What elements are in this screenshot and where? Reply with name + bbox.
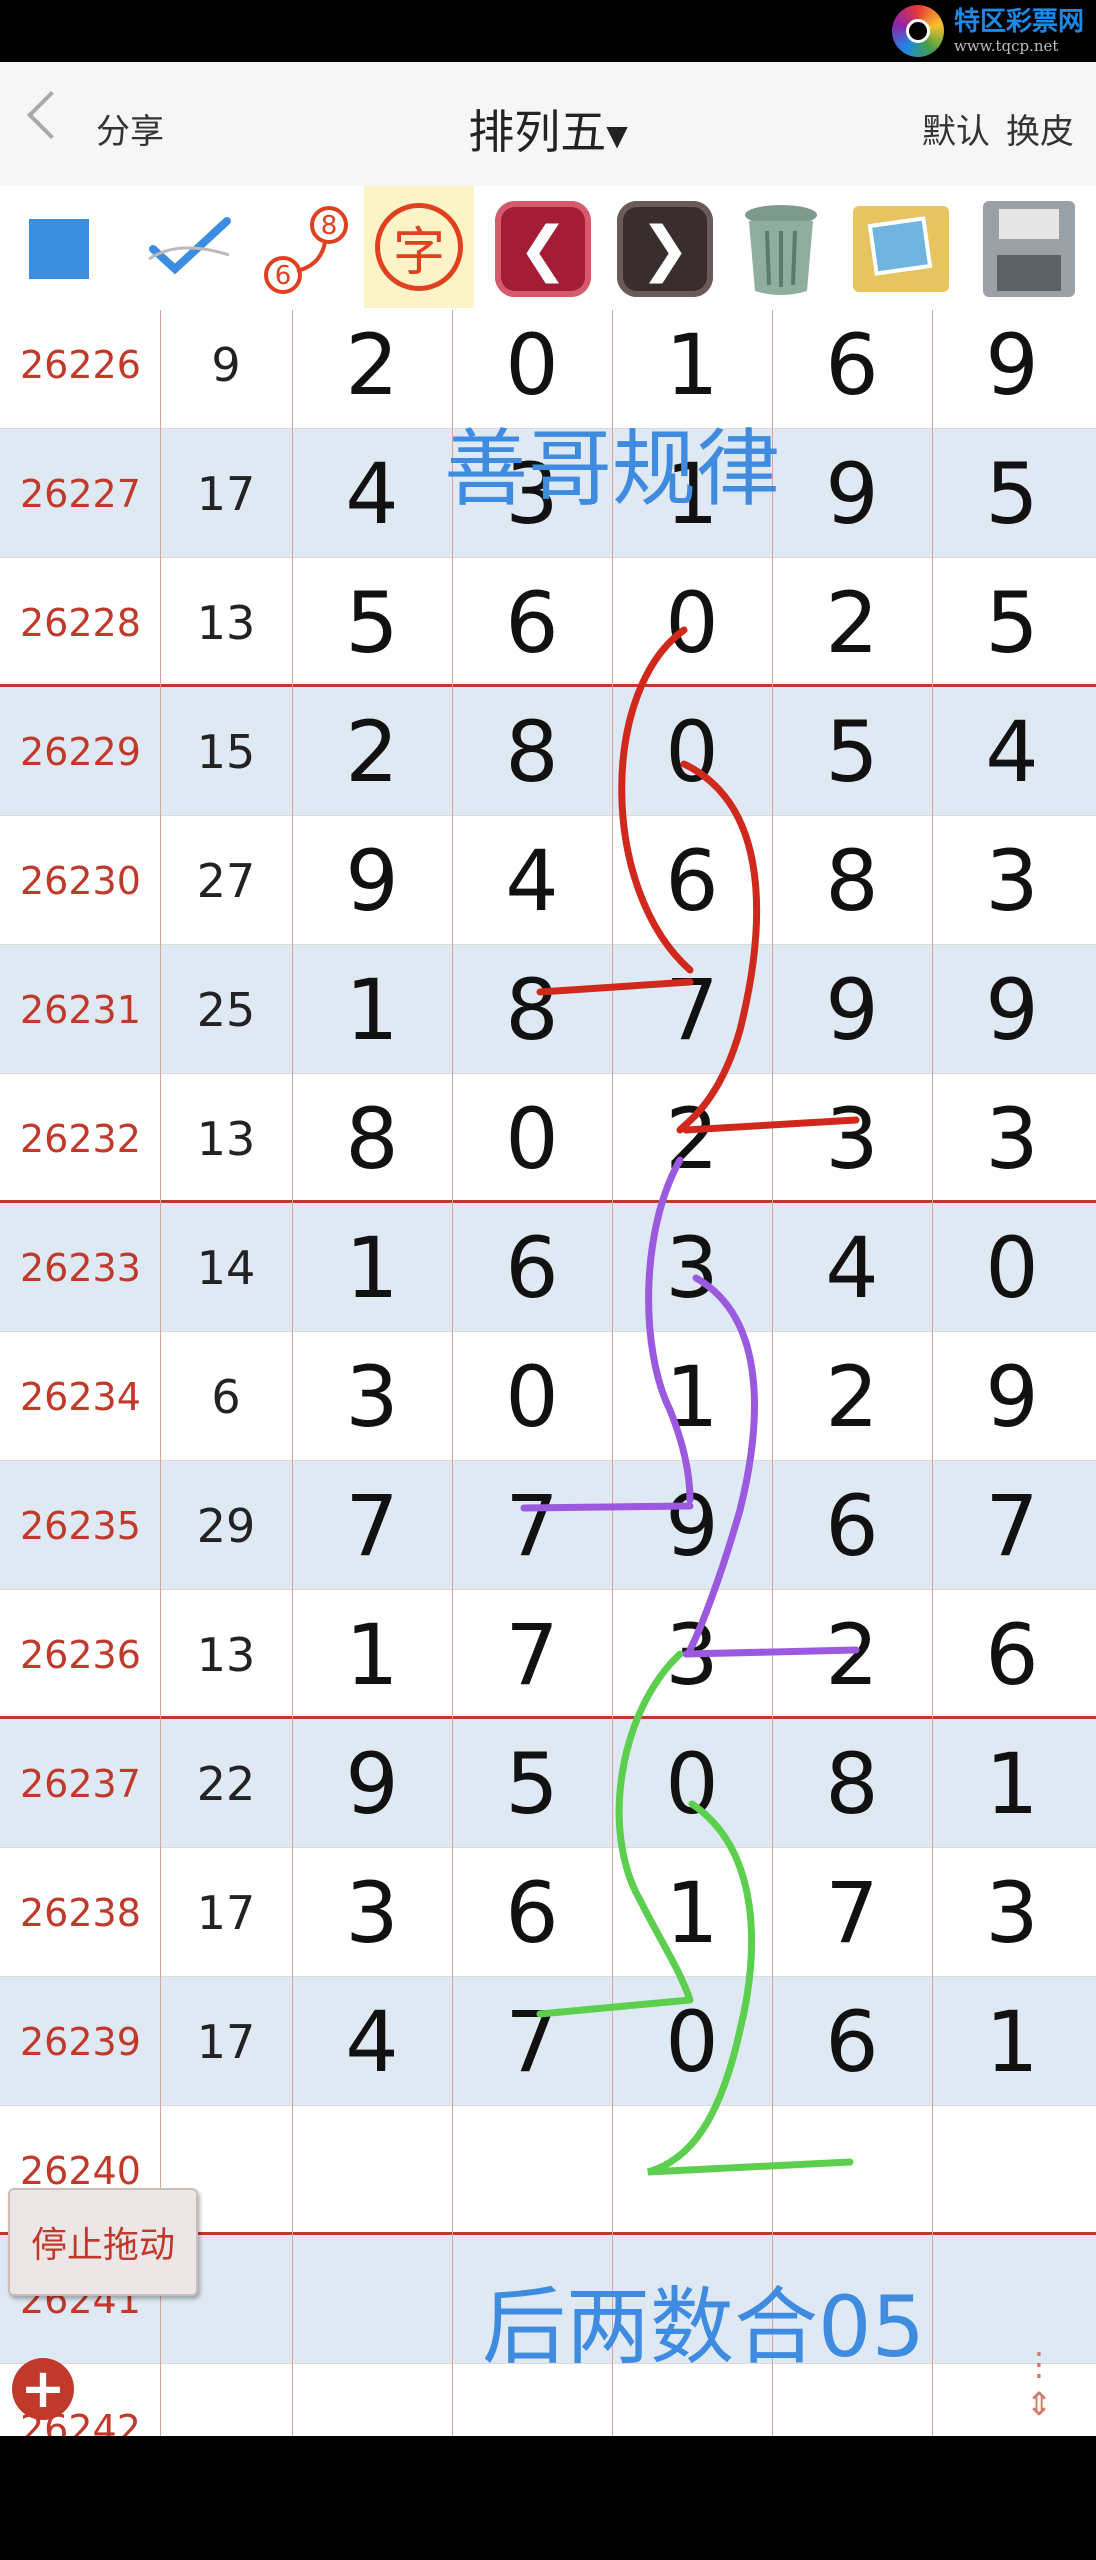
- vertical-scroll-toggle-icon[interactable]: ⋮ ⇕: [1014, 2344, 1064, 2424]
- drawing-toolbar: 8 6 字 ❮ ❯: [0, 186, 1096, 310]
- default-button[interactable]: 默认: [922, 104, 990, 153]
- brand-logo-icon: [891, 5, 944, 57]
- annotation-title: 善哥规律: [444, 420, 781, 518]
- red-ink-stroke: [536, 626, 860, 1134]
- arrow-left-icon: ❮: [495, 201, 591, 297]
- char-tool-icon: 字: [375, 203, 463, 291]
- badge-bottom: 6: [275, 261, 292, 291]
- status-bar: 特区彩票网 www.tqcp.net: [0, 0, 1096, 62]
- add-plus-icon[interactable]: +: [12, 2358, 74, 2420]
- purple-ink-stroke: [520, 1156, 860, 1658]
- stop-drag-button[interactable]: 停止拖动: [8, 2188, 198, 2296]
- floppy-disk-icon: [983, 201, 1075, 297]
- badge-top: 8: [321, 211, 338, 241]
- bottom-system-bar: [0, 2436, 1096, 2560]
- pen-check-icon: [148, 217, 231, 275]
- open-image-button[interactable]: [846, 194, 956, 304]
- text-tool-button[interactable]: 字: [364, 186, 474, 308]
- color-picker-button[interactable]: [4, 194, 114, 304]
- green-ink-stroke: [536, 1650, 854, 2176]
- title-text: 排列五: [468, 105, 607, 159]
- blue-square-icon: [29, 219, 89, 279]
- nav-bar: 分享 排列五▼ 默认 换皮: [0, 62, 1096, 186]
- lottery-trend-grid[interactable]: 26226 9 2 0 1 6 9 26227 17 4 3 1 9 5 26228 13 5 6 0 2 5 26229…: [0, 310, 1096, 2436]
- connect-line-icon: 8 6: [264, 206, 348, 294]
- annotation-note: 后两数合05: [482, 2278, 925, 2376]
- hand-drawn-overlay: [520, 626, 860, 2176]
- photos-icon: [853, 206, 949, 292]
- redo-button[interactable]: ❯: [610, 194, 720, 304]
- arrow-right-icon: ❯: [617, 201, 713, 297]
- brand-watermark: 特区彩票网 www.tqcp.net: [891, 5, 1084, 57]
- connect-line-tool-button[interactable]: 8 6: [250, 194, 360, 304]
- clear-button[interactable]: [726, 194, 836, 304]
- brand-url: www.tqcp.net: [953, 36, 1059, 55]
- change-skin-button[interactable]: 换皮: [1006, 104, 1074, 153]
- dropdown-caret-icon: ▼: [606, 119, 628, 152]
- pen-tool-button[interactable]: [134, 194, 244, 304]
- trash-icon: [745, 205, 817, 295]
- undo-button[interactable]: ❮: [488, 194, 598, 304]
- brand-name: 特区彩票网: [953, 6, 1084, 37]
- save-button[interactable]: [974, 194, 1084, 304]
